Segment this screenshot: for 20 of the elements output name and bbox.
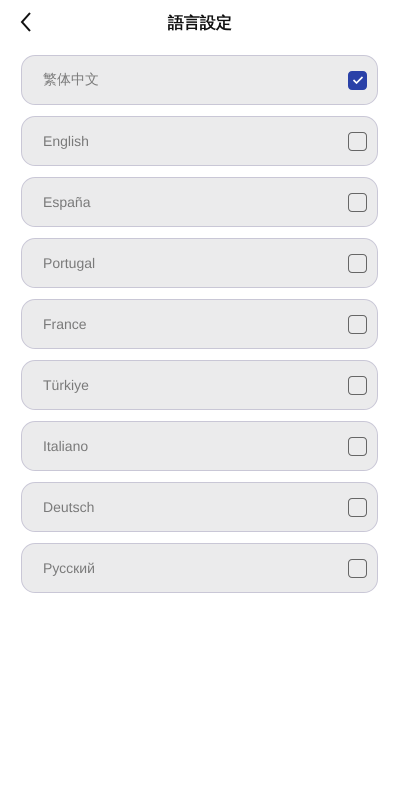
check-icon (352, 75, 364, 85)
checkbox[interactable] (348, 498, 367, 516)
checkbox[interactable] (348, 70, 367, 90)
language-option[interactable]: Portugal (21, 238, 378, 288)
checkbox[interactable] (348, 558, 367, 578)
checkbox[interactable] (348, 314, 367, 334)
language-option[interactable]: Deutsch (21, 482, 378, 532)
language-option[interactable]: Türkiye (21, 360, 378, 410)
checkbox[interactable] (348, 254, 367, 272)
checkbox[interactable] (348, 436, 367, 456)
language-option[interactable]: Русский (21, 543, 378, 593)
language-option[interactable]: France (21, 299, 378, 349)
checkbox[interactable] (348, 192, 367, 212)
language-option[interactable]: España (21, 177, 378, 227)
checkbox[interactable] (348, 132, 367, 150)
language-option[interactable]: English (21, 116, 378, 166)
checkbox[interactable] (348, 376, 367, 394)
language-option[interactable]: 繁体中文 (21, 55, 378, 105)
page-title: 語言設定 (168, 12, 232, 34)
language-option[interactable]: Italiano (21, 421, 378, 471)
